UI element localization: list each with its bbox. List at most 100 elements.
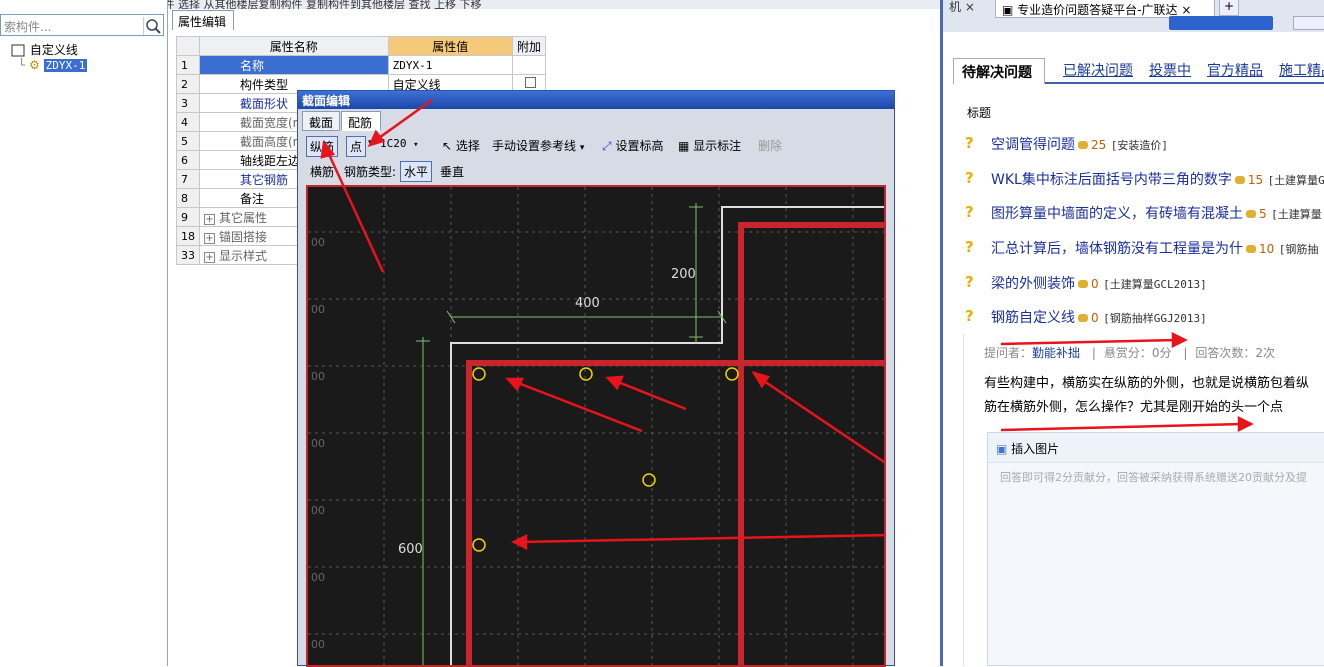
dim-200: 200: [671, 267, 696, 282]
question-title[interactable]: 钢筋自定义线: [991, 310, 1075, 326]
rebar-point[interactable]: [642, 473, 656, 487]
list-item[interactable]: ? WKL集中标注后面括号内带三角的数字 15 [土建算量G: [963, 169, 1324, 197]
expand-icon[interactable]: +: [204, 213, 215, 225]
rebar-point[interactable]: [579, 367, 593, 381]
secondary-button[interactable]: [1293, 16, 1324, 30]
section-drawing-canvas[interactable]: 200 400 600 00 00 00 00 00 00 00: [306, 185, 886, 667]
question-meta: 提问者：勤能补拙 | 悬赏分：0分 | 回答次数：2次: [984, 346, 1276, 360]
question-title[interactable]: 图形算量中墙面的定义，有砖墙有混凝土: [991, 206, 1243, 222]
browser-tab-title: 专业造价问题答疑平台-广联达: [1017, 3, 1178, 17]
tab-construction[interactable]: 施工精品: [1279, 60, 1324, 80]
question-icon: ?: [965, 273, 974, 291]
asker-link[interactable]: 勤能补拙: [1032, 346, 1080, 360]
row-number: 18: [176, 226, 200, 246]
question-title[interactable]: 梁的外侧装饰: [991, 276, 1075, 292]
question-tag[interactable]: [钢筋抽样GGJ2013]: [1103, 312, 1207, 325]
axis-label: 00: [311, 504, 325, 517]
bar-spec-select[interactable]: 1C20 ▾: [380, 137, 434, 150]
new-tab-button[interactable]: +: [1219, 0, 1239, 16]
tab-section[interactable]: 截面: [302, 111, 340, 131]
tab-solved[interactable]: 已解决问题: [1063, 60, 1133, 80]
list-item[interactable]: ? 梁的外侧装饰 0 [土建算量GCL2013]: [963, 273, 1324, 301]
question-icon: ?: [965, 238, 974, 256]
rebar-point[interactable]: [725, 367, 739, 381]
transverse-bar-button[interactable]: 横筋: [310, 163, 334, 180]
answer-count: 回答次数：2次: [1195, 346, 1276, 360]
row-extra: [511, 55, 547, 75]
question-tag[interactable]: [钢筋抽: [1279, 243, 1319, 256]
row-name: 其它属性: [219, 210, 268, 225]
row-number: 33: [176, 245, 200, 265]
axis-label: 00: [311, 571, 325, 584]
tree-root[interactable]: 自定义线: [2, 41, 78, 59]
editor-toolbar: ▣ 插入图片: [988, 433, 1324, 463]
list-item[interactable]: ? 钢筋自定义线 0 [钢筋抽样GGJ2013]: [963, 307, 1324, 335]
row-number: 7: [176, 169, 200, 189]
question-title[interactable]: WKL集中标注后面括号内带三角的数字: [991, 172, 1232, 188]
question-title[interactable]: 汇总计算后，墙体钢筋没有工程量是为什: [991, 241, 1243, 257]
question-tag[interactable]: [土建算量: [1271, 208, 1322, 221]
question-coins: 0: [1091, 277, 1099, 291]
row-number: 8: [176, 188, 200, 208]
dialog-title[interactable]: 截面编辑: [298, 91, 894, 109]
browser-panel: 机 × ▣ 专业造价问题答疑平台-广联达 × + 待解决问题 已解决问题 投票中…: [940, 0, 1324, 666]
longitudinal-bar-button[interactable]: 纵筋: [306, 136, 339, 157]
rebar-point[interactable]: [472, 538, 486, 552]
component-search-input[interactable]: 索构件...: [0, 14, 164, 36]
image-icon: ▣: [996, 442, 1008, 456]
insert-image-button[interactable]: 插入图片: [1011, 442, 1059, 456]
delete-button[interactable]: 删除: [758, 137, 782, 154]
expand-icon[interactable]: +: [204, 251, 215, 263]
tab-unsolved[interactable]: 待解决问题: [953, 58, 1045, 84]
coin-icon: [1246, 245, 1256, 253]
question-body: 有些构建中，横筋实在纵筋的外侧，也就是说横筋包着纵 筋在横筋外侧，怎么操作？尤其…: [984, 372, 1309, 420]
question-tabs: 待解决问题 已解决问题 投票中 官方精品 施工精品: [953, 56, 1324, 84]
search-button[interactable]: [1169, 16, 1273, 30]
vertical-option[interactable]: 垂直: [440, 163, 464, 180]
row-value[interactable]: ZDYX-1: [387, 55, 513, 75]
page-icon: ▣: [1002, 3, 1014, 17]
dialog-toolbar-2: 横筋 钢筋类型: 水平 垂直: [302, 161, 890, 183]
axis-label: 00: [311, 370, 325, 383]
question-title[interactable]: 空调管得问题: [991, 137, 1075, 153]
tab-property-edit[interactable]: 属性编辑: [172, 10, 234, 30]
question-list: ? 空调管得问题 25 [安装造价] ? WKL集中标注后面括号内带三角的数字 15…: [963, 134, 1324, 334]
dialog-toolbar: 纵筋 点 ▾ 1C20 ▾ ↖ 选择 手动设置参考线 ▾ ⤢ 设置标高 ▦ 显示…: [302, 134, 890, 158]
horizontal-option[interactable]: 水平: [400, 161, 433, 182]
set-elevation-button[interactable]: ⤢ 设置标高: [602, 137, 663, 154]
axis-label: 00: [311, 236, 325, 249]
coin-icon: [1078, 141, 1088, 149]
question-icon: ?: [965, 307, 974, 325]
question-tag[interactable]: [土建算量GCL2013]: [1103, 278, 1207, 291]
tree-item-zdyx-1[interactable]: └ ⚙ ZDYX-1: [18, 58, 88, 72]
header-extra: 附加: [511, 36, 547, 56]
tab-voting[interactable]: 投票中: [1149, 60, 1191, 80]
question-coins: 5: [1259, 207, 1267, 221]
body-line: 筋在横筋外侧，怎么操作？尤其是刚开始的头一个点: [984, 400, 1284, 415]
tab-reinforcement[interactable]: 配筋: [341, 111, 381, 131]
coin-icon: [1234, 176, 1245, 184]
dim-600: 600: [398, 542, 423, 557]
row-number: 1: [176, 55, 200, 75]
table-row[interactable]: 1 名称 ZDYX-1: [176, 55, 547, 75]
select-button[interactable]: ↖ 选择: [442, 137, 480, 154]
bar-type-label: 钢筋类型:: [344, 165, 397, 179]
manual-reference-line-button[interactable]: 手动设置参考线 ▾: [492, 137, 584, 154]
search-placeholder: 索构件...: [4, 20, 52, 34]
question-tag[interactable]: [土建算量G: [1268, 174, 1324, 187]
list-item[interactable]: ? 图形算量中墙面的定义，有砖墙有混凝土 5 [土建算量: [963, 203, 1324, 231]
question-tag[interactable]: [安装造价]: [1111, 139, 1168, 152]
answer-editor[interactable]: ▣ 插入图片 回答即可得2分贡献分，回答被采纳获得系统赠送20贡献分及提: [987, 432, 1324, 666]
chevron-down-icon[interactable]: ▾: [368, 138, 373, 148]
list-item[interactable]: ? 汇总计算后，墙体钢筋没有工程量是为什 10 [钢筋抽: [963, 238, 1324, 266]
coin-icon: [1078, 314, 1088, 322]
search-icon[interactable]: [143, 17, 161, 35]
reward-text: 悬赏分：0分: [1103, 346, 1172, 360]
expand-icon[interactable]: +: [204, 232, 215, 244]
tab-official[interactable]: 官方精品: [1207, 60, 1263, 80]
list-item[interactable]: ? 空调管得问题 25 [安装造价]: [963, 134, 1324, 162]
tree-item-label: ZDYX-1: [43, 59, 88, 72]
point-mode-button[interactable]: 点: [346, 136, 367, 157]
show-label-button[interactable]: ▦ 显示标注: [678, 137, 741, 154]
rebar-point[interactable]: [472, 367, 486, 381]
